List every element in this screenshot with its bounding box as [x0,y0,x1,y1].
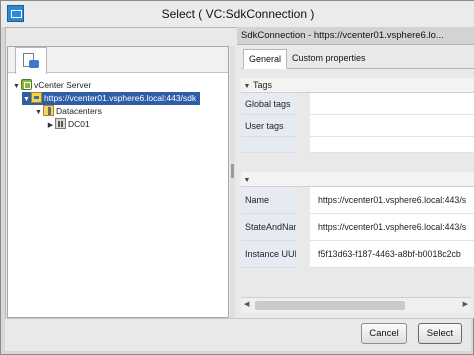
inventory-icon [23,53,39,69]
property-value-name[interactable]: https://vcenter01.vsphere6.local:443/s [310,187,474,214]
scroll-left-icon[interactable]: ◀ [244,300,249,308]
inventory-panel: ▼ vCenter Server ▼ https://vcenter01.vsphe… [7,46,229,318]
scroll-right-icon[interactable]: ▶ [463,300,468,308]
collapse-arrow-icon[interactable]: ▶ [46,119,55,132]
select-dialog: Select ( VC:SdkConnection ) ▼ vCenter Ser… [0,0,474,355]
property-value-instance-uuid[interactable]: f5f13d63-f187-4463-a8bf-b0018c2cb [310,241,474,268]
cancel-button[interactable]: Cancel [361,323,407,344]
property-label-global-tags: Global tags [241,93,296,115]
expand-arrow-icon[interactable]: ▼ [22,93,31,106]
title-bar: Select ( VC:SdkConnection ) [1,1,474,27]
property-label-instance-uuid: Instance UUID [241,241,296,268]
tree-item-vcenter-server[interactable]: ▼ vCenter Server [12,79,91,92]
collapse-triangle-icon[interactable]: ▼ [241,79,253,94]
tree-item-label: https://vcenter01.vsphere6.local:443/sdk [44,93,197,103]
properties-group-header[interactable]: ▼ [241,172,474,187]
property-label-state-and-name: StateAndName [241,214,296,241]
property-value-user-tags[interactable] [310,115,474,137]
datacenter-icon [55,118,66,129]
property-label-user-tags: User tags [241,115,296,137]
select-button[interactable]: Select [418,323,462,344]
tree-item-label: Datacenters [56,106,102,116]
tab-inventory[interactable] [15,47,47,74]
property-value-spacer [310,137,474,153]
tab-custom-properties[interactable]: Custom properties [287,49,371,69]
window-title: Select ( VC:SdkConnection ) [161,7,315,21]
tree-item-dc01[interactable]: ▶ DC01 [46,118,90,131]
property-label-name: Name [241,187,296,214]
inventory-tab-bar [8,47,228,74]
tree-item-label: vCenter Server [34,80,92,90]
expand-arrow-icon[interactable]: ▼ [12,80,21,93]
details-header: SdkConnection - https://vcenter01.vspher… [237,27,474,45]
tab-general[interactable]: General [243,49,288,69]
scrollbar-thumb[interactable] [255,301,405,310]
vcenter-icon [21,79,32,90]
splitter-grip[interactable] [231,164,234,178]
tags-group-header[interactable]: ▼ Tags [241,78,474,93]
horizontal-scrollbar[interactable]: ◀ ▶ [241,297,471,313]
tree-item-label: DC01 [68,119,90,129]
expand-arrow-icon[interactable]: ▼ [34,106,43,119]
sdk-connection-icon [31,92,42,103]
details-panel: SdkConnection - https://vcenter01.vspher… [237,27,474,318]
collapse-triangle-icon[interactable]: ▼ [241,173,253,188]
property-value-global-tags[interactable] [310,93,474,115]
tree-item-sdk-connection[interactable]: ▼ https://vcenter01.vsphere6.local:443/sd… [22,92,200,105]
tags-group-title: Tags [253,80,273,90]
property-label-spacer [241,137,296,153]
details-header-title: SdkConnection - https://vcenter01.vspher… [241,30,444,41]
property-value-state-and-name[interactable]: https://vcenter01.vsphere6.local:443/s [310,214,474,241]
tree-item-datacenters[interactable]: ▼ Datacenters [34,105,102,118]
datacenters-folder-icon [43,105,54,116]
details-tabs: General Custom properties [241,49,474,69]
panel-splitter[interactable] [230,46,235,318]
